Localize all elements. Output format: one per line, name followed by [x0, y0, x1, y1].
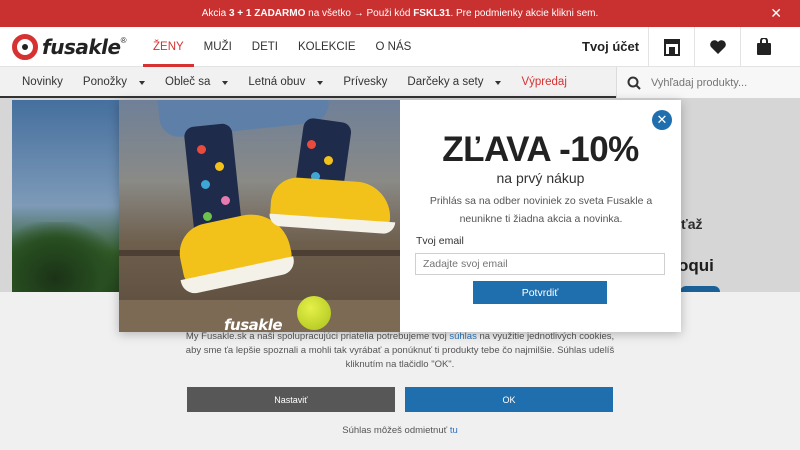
category-privesky[interactable]: Prívesky — [333, 67, 397, 98]
modal-photo: fusakle — [119, 100, 400, 332]
submit-button[interactable]: Potvrdiť — [473, 281, 607, 304]
category-label: Výpredaj — [521, 76, 567, 88]
category-ponozky[interactable]: Ponožky — [73, 67, 155, 98]
close-icon[interactable]: ✕ — [770, 6, 782, 20]
category-label: Ponožky — [82, 76, 128, 88]
cookie-settings-button[interactable]: Nastaviť — [187, 387, 395, 412]
search-icon[interactable] — [627, 76, 641, 90]
registered-mark: ® — [120, 35, 127, 45]
search-bar — [616, 67, 800, 98]
nav-item-o-nas[interactable]: O NÁS — [366, 27, 422, 67]
category-nav: Novinky Ponožky Obleč sa Letná obuv Prív… — [0, 67, 800, 98]
email-field[interactable] — [415, 253, 665, 275]
category-label: Obleč sa — [165, 76, 211, 88]
category-novinky[interactable]: Novinky — [12, 67, 73, 98]
shopping-bag-icon[interactable] — [740, 27, 786, 67]
cookie-decline-text: Súhlas môžeš odmietnuť tu — [342, 425, 458, 436]
nav-item-kolekcie[interactable]: KOLEKCIE — [288, 27, 366, 67]
cookie-ok-button[interactable]: OK — [405, 387, 613, 412]
heart-icon[interactable] — [694, 27, 740, 67]
tennis-ball — [297, 296, 331, 330]
nav-item-deti[interactable]: DETI — [242, 27, 288, 67]
modal-title: ZĽAVA -10% — [442, 130, 639, 169]
promo-text: Akcia 3 + 1 ZADARMO na všetko → Použi kó… — [201, 8, 599, 19]
caret-down-icon — [317, 80, 324, 85]
photo-brand-logo: fusakle — [224, 316, 283, 332]
consent-link[interactable]: súhlas — [449, 331, 476, 342]
nav-item-muzi[interactable]: MUŽI — [194, 27, 242, 67]
store-icon[interactable] — [648, 27, 694, 67]
category-vypredaj[interactable]: Výpredaj — [511, 67, 576, 98]
main-nav: ŽENY MUŽI DETI KOLEKCIE O NÁS — [143, 27, 421, 67]
logo-text: fusakle — [42, 35, 121, 59]
caret-down-icon — [222, 80, 229, 85]
search-input[interactable] — [651, 76, 791, 89]
caret-down-icon — [139, 80, 146, 85]
email-label: Tvoj email — [416, 235, 464, 247]
category-label: Letná obuv — [248, 76, 306, 88]
nav-item-zeny[interactable]: ŽENY — [143, 27, 194, 67]
modal-description: Prihlás sa na odber noviniek zo sveta Fu… — [429, 195, 653, 225]
category-darceky-a-sety[interactable]: Darčeky a sety — [397, 67, 511, 98]
caret-down-icon — [495, 80, 502, 85]
modal-subtitle: na prvý nákup — [496, 170, 585, 186]
newsletter-modal: fusakle ✕ ZĽAVA -10% na prvý nákup Prihl… — [119, 100, 681, 332]
cookie-text: My Fusakle.sk a naši spolupracujúci pria… — [185, 331, 615, 370]
category-letna-obuv[interactable]: Letná obuv — [238, 67, 333, 98]
category-oblec-sa[interactable]: Obleč sa — [155, 67, 238, 98]
site-logo[interactable]: fusakle ® — [12, 34, 126, 60]
account-link[interactable]: Tvoj účet — [582, 27, 639, 67]
logo-mark — [12, 34, 38, 60]
site-header: fusakle ® ŽENY MUŽI DETI KOLEKCIE O NÁS … — [0, 27, 800, 67]
promo-banner[interactable]: Akcia 3 + 1 ZADARMO na všetko → Použi kó… — [0, 0, 800, 27]
category-label: Prívesky — [343, 76, 388, 88]
close-icon[interactable]: ✕ — [652, 110, 672, 130]
cookie-decline-link[interactable]: tu — [450, 425, 458, 436]
category-label: Novinky — [22, 76, 63, 88]
category-label: Darčeky a sety — [407, 76, 484, 88]
